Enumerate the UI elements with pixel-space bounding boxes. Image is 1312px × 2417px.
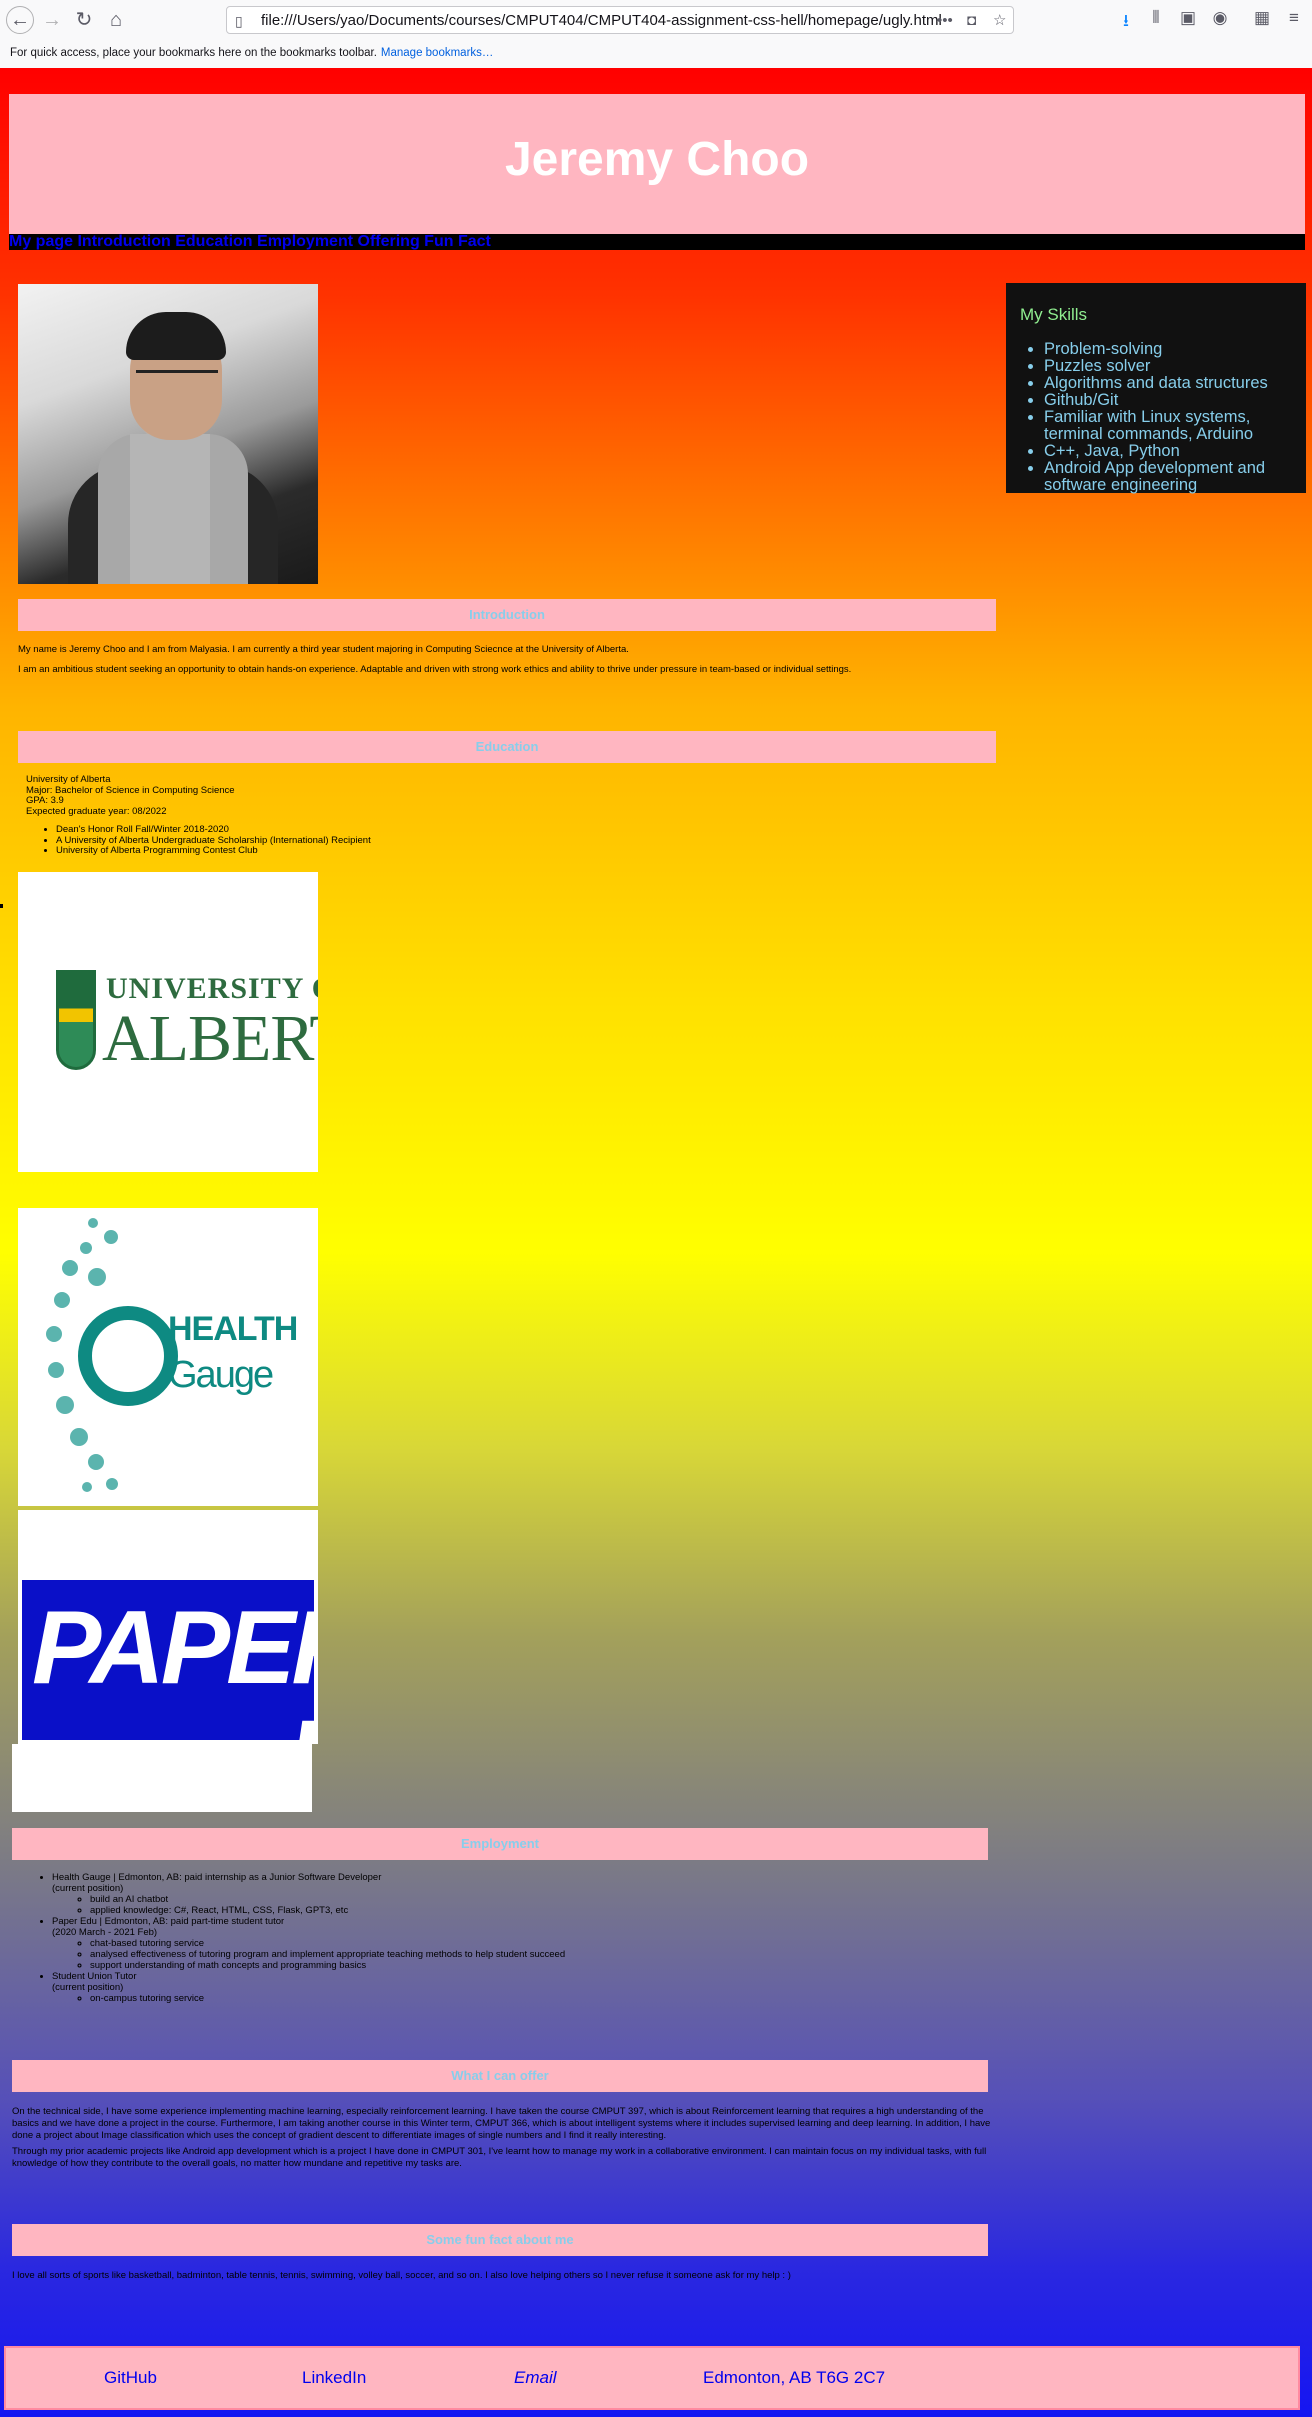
nav-fun-fact[interactable]: Fun Fact [424,233,491,250]
health-gauge-logo-text: HEALTH [168,1310,298,1348]
more-actions-icon[interactable]: ••• [937,7,953,35]
education-school: University of Alberta [26,774,111,785]
job-item: Student Union Tutor (current position) o… [52,1971,565,2004]
edge-mark [0,904,3,908]
skill-item: Github/Git [1044,392,1304,409]
image-placeholder [12,1744,312,1812]
extensions-icon[interactable]: ▦ [1250,8,1274,28]
funfact-paragraph: I love all sorts of sports like basketba… [12,2270,791,2281]
skill-item: Algorithms and data structures [1044,375,1304,392]
education-details: University of Alberta Major: Bachelor of… [26,774,371,857]
skill-item: Puzzles solver [1044,358,1304,375]
offer-heading: What I can offer [12,2060,988,2092]
paper-logo-text: PAPER [32,1590,318,1706]
url-text: file:///Users/yao/Documents/courses/CMPU… [261,12,942,29]
education-major: Major: Bachelor of Science in Computing … [26,784,235,796]
download-icon[interactable]: ⭳ [1114,8,1138,37]
forward-button[interactable]: → [38,6,66,34]
ualberta-logo-text: UNIVERSITY OF [106,972,318,1005]
nav-offering[interactable]: Offering [358,233,420,250]
skill-item: Android App development and software eng… [1044,460,1304,494]
health-gauge-logo: HEALTH Gauge [18,1208,318,1506]
education-heading: Education [18,731,996,763]
ualberta-logo: UNIVERSITY OF ALBERTA [18,872,318,1172]
github-link[interactable]: GitHub [104,2368,157,2388]
nav-education[interactable]: Education [175,233,252,250]
browser-toolbar: ← → ↻ ⌂ ▯ file:///Users/yao/Documents/co… [0,0,1312,41]
email-link[interactable]: Email [514,2368,557,2388]
honor-item: Dean's Honor Roll Fall/Winter 2018-2020 [56,824,371,836]
nav-introduction[interactable]: Introduction [77,233,170,250]
health-gauge-logo-subtext: Gauge [168,1354,274,1396]
page-title: Jeremy Choo [504,133,810,186]
sidebar-icon[interactable]: ▣ [1176,8,1200,28]
employment-list: Health Gauge | Edmonton, AB: paid intern… [36,1872,565,2004]
bookmarks-hint: For quick access, place your bookmarks h… [10,47,494,59]
top-nav: My page Introduction Education Employmen… [9,234,1305,250]
funfact-heading: Some fun fact about me [12,2224,988,2256]
honor-item: University of Alberta Programming Contes… [56,845,371,857]
skill-item: Familiar with Linux systems, terminal co… [1044,409,1304,443]
page-body: Jeremy Choo My page Introduction Educati… [0,68,1312,2417]
page-icon: ▯ [235,13,243,29]
account-icon[interactable]: ◉ [1208,8,1232,28]
offer-paragraph-1: On the technical side, I have some exper… [12,2106,991,2141]
introduction-paragraph-2: I am an ambitious student seeking an opp… [18,664,852,675]
bookmark-star-icon[interactable]: ☆ [993,7,1006,35]
library-icon[interactable]: ⫴ [1144,8,1168,28]
education-gpa: GPA: 3.9 [26,795,64,806]
ualberta-logo-name: ALBERTA [102,1002,318,1075]
employment-heading: Employment [12,1828,988,1860]
job-item: Paper Edu | Edmonton, AB: paid part-time… [52,1916,565,1971]
skill-item: C++, Java, Python [1044,443,1304,460]
paper-logo: PAPER [18,1510,318,1744]
reload-button[interactable]: ↻ [70,6,98,34]
skills-title: My Skills [1020,305,1088,324]
bookmarks-toolbar: For quick access, place your bookmarks h… [0,40,1312,68]
nav-employment[interactable]: Employment [257,233,353,250]
pocket-icon[interactable]: ◘ [967,7,976,35]
introduction-paragraph-1: My name is Jeremy Choo and I am from Mal… [18,644,629,655]
location-link[interactable]: Edmonton, AB T6G 2C7 [703,2368,885,2388]
introduction-heading: Introduction [18,599,996,631]
job-item: Health Gauge | Edmonton, AB: paid intern… [52,1872,565,1916]
education-graduate: Expected graduate year: 08/2022 [26,805,167,817]
education-honors: Dean's Honor Roll Fall/Winter 2018-2020 … [26,824,371,857]
nav-my-page[interactable]: My page [9,233,73,250]
health-gauge-icon [78,1306,178,1406]
manage-bookmarks-link[interactable]: Manage bookmarks… [381,47,494,59]
skill-item: Problem-solving [1044,341,1304,358]
ualberta-crest-icon [56,970,96,1070]
skills-panel: My Skills Problem-solving Puzzles solver… [1006,283,1306,494]
linkedin-link[interactable]: LinkedIn [302,2368,366,2388]
skills-list: Problem-solving Puzzles solver Algorithm… [1020,341,1304,494]
url-bar[interactable]: ▯ file:///Users/yao/Documents/courses/CM… [226,6,1014,34]
home-icon[interactable]: ⌂ [102,6,130,34]
offer-paragraph-2: Through my prior academic projects like … [12,2146,987,2169]
page-footer: GitHub LinkedIn Email Edmonton, AB T6G 2… [4,2346,1300,2410]
page-header: Jeremy Choo [9,94,1305,234]
profile-photo [18,284,318,584]
menu-icon[interactable]: ≡ [1282,8,1306,28]
back-button[interactable]: ← [6,6,34,34]
